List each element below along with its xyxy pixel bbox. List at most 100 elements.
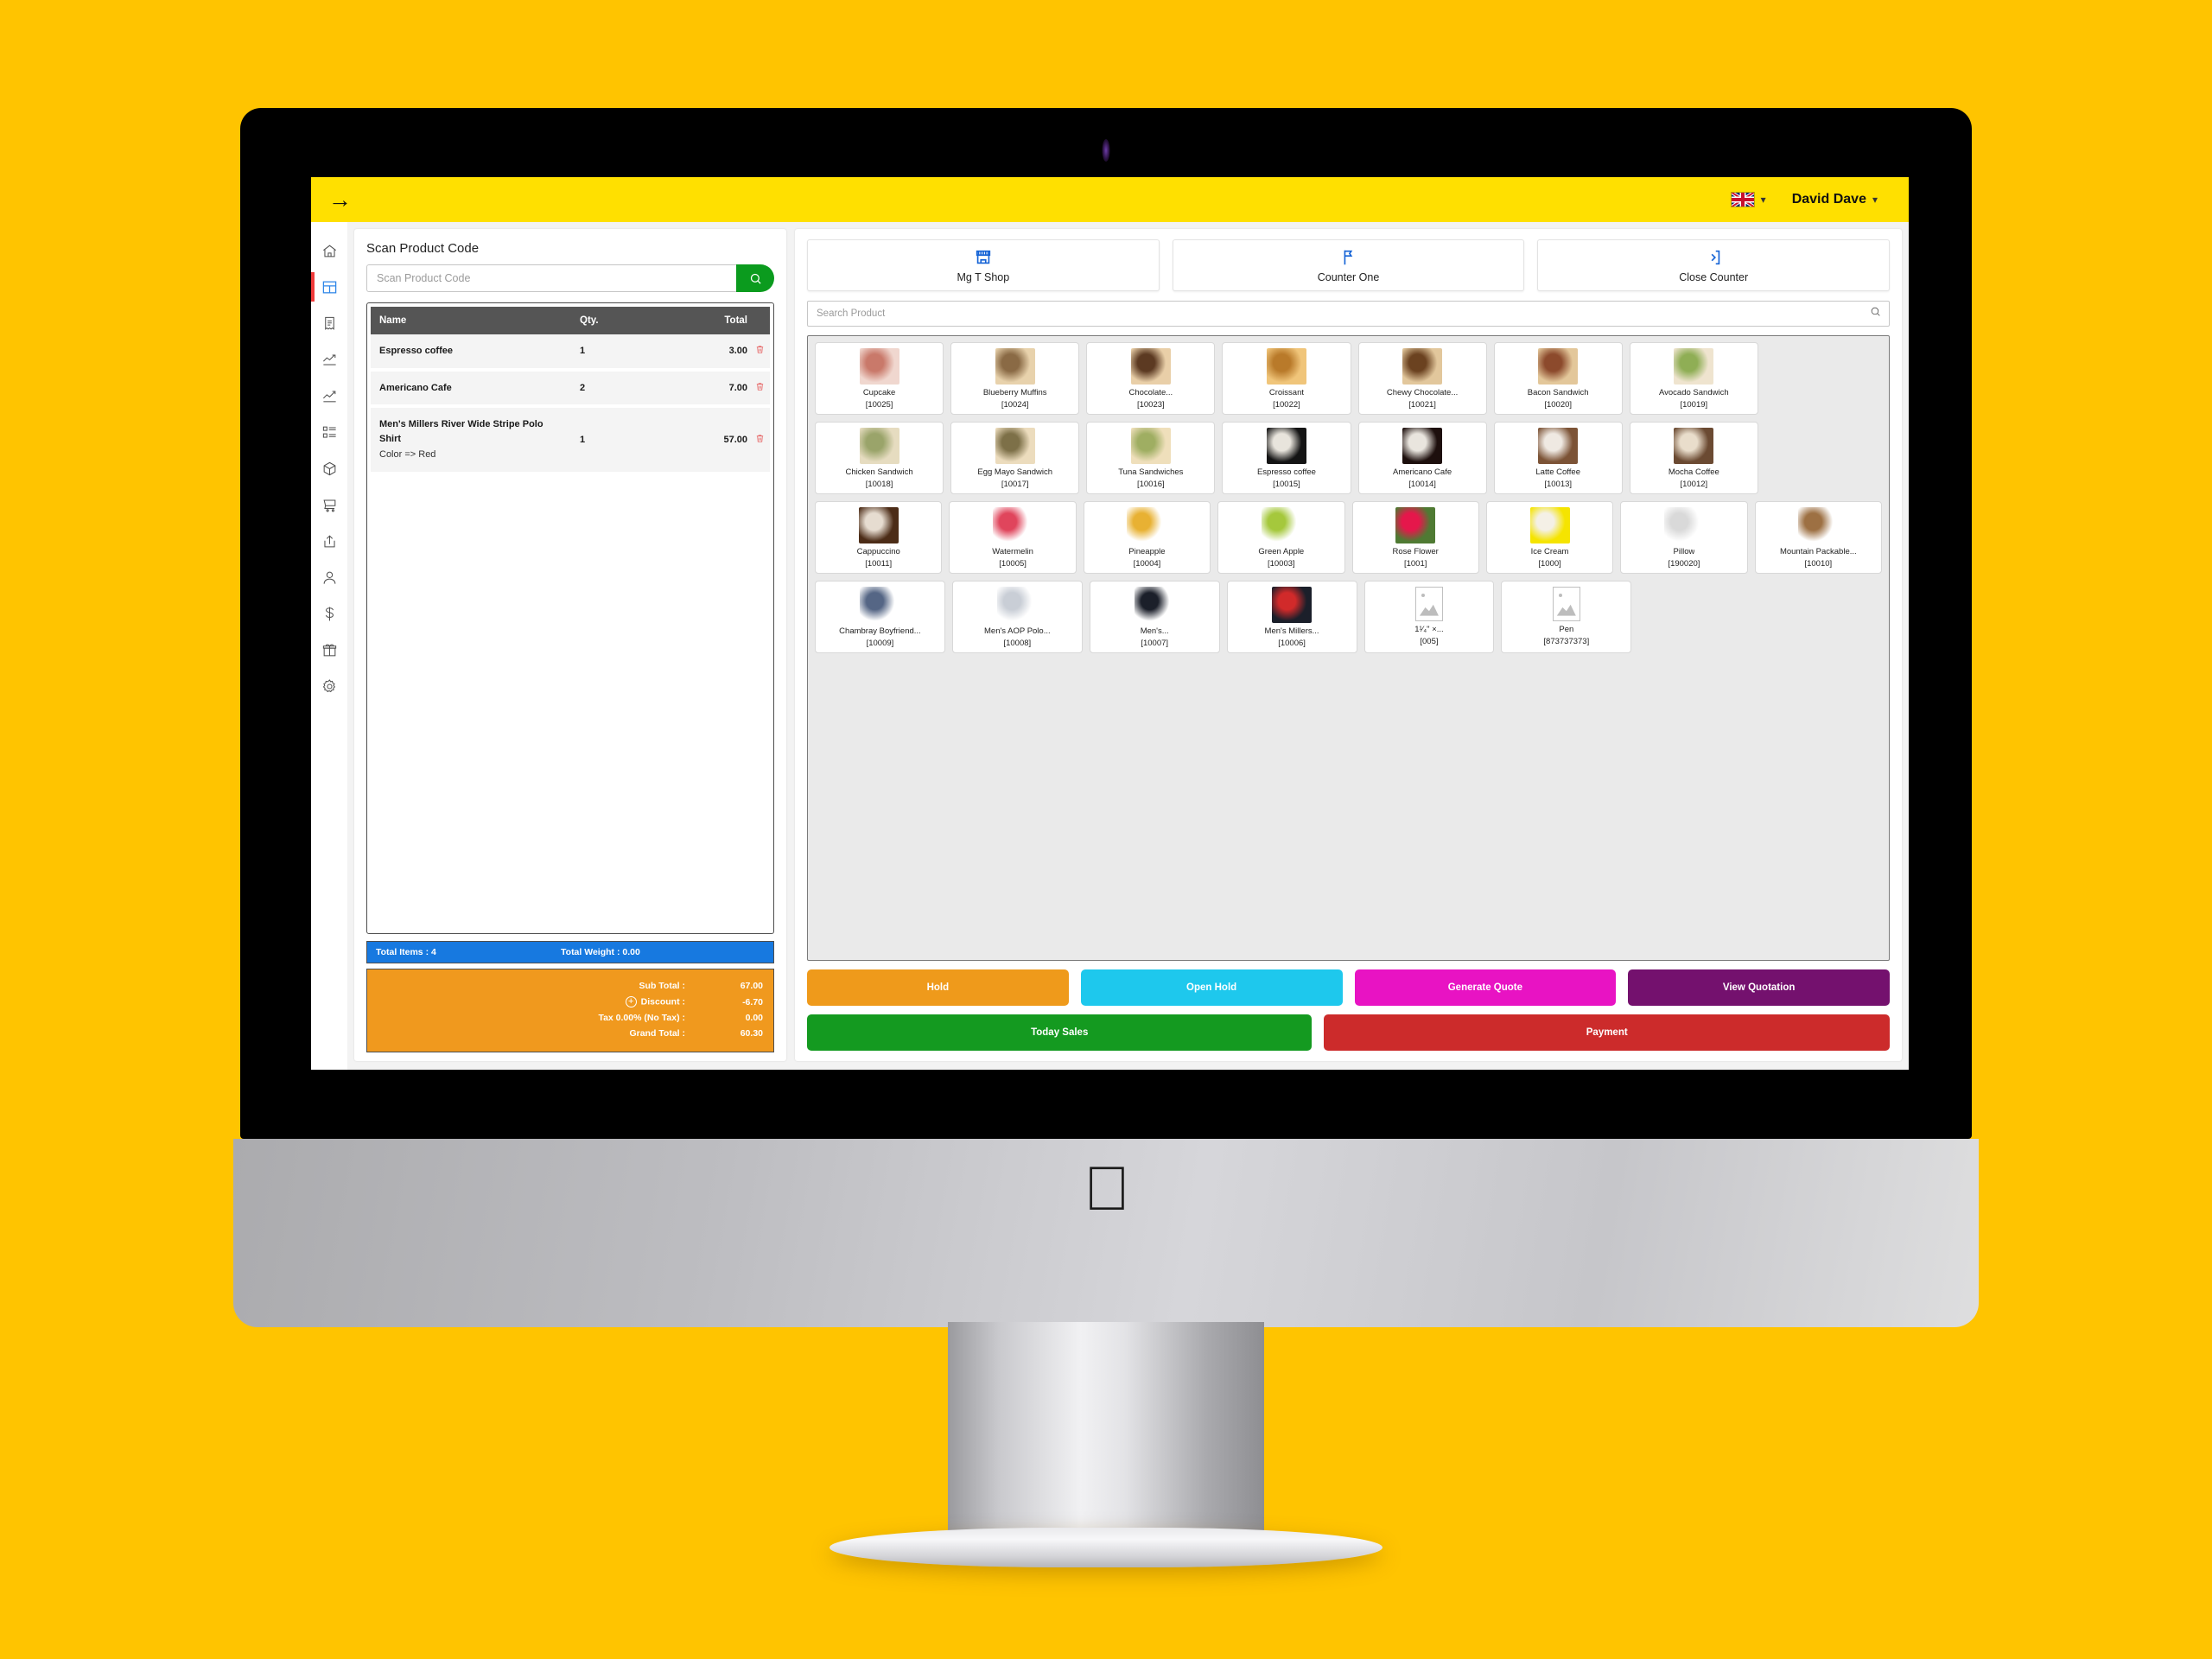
sidebar-item-products[interactable] <box>311 450 347 486</box>
product-code: [10004] <box>1133 558 1161 569</box>
sidebar-item-customers[interactable] <box>311 559 347 595</box>
product-thumbnail <box>1130 427 1171 464</box>
product-card[interactable]: Pen [873737373] <box>1501 580 1632 653</box>
product-card[interactable]: Americano Cafe [10014] <box>1357 421 1487 494</box>
product-card[interactable]: Latte Coffee [10013] <box>1493 421 1623 494</box>
product-card[interactable]: Blueberry Muffins [10024] <box>950 342 1080 415</box>
monitor-stand-neck <box>836 1322 1376 1540</box>
product-card[interactable]: Chicken Sandwich [10018] <box>815 421 944 494</box>
user-menu[interactable]: David Dave ▾ <box>1792 192 1878 207</box>
generate-quote-button[interactable]: Generate Quote <box>1354 969 1617 1006</box>
hold-button[interactable]: Hold <box>807 969 1069 1006</box>
product-thumbnail <box>993 506 1033 543</box>
product-card[interactable]: Mocha Coffee [10012] <box>1629 421 1758 494</box>
product-card[interactable]: Ice Cream [1000] <box>1485 500 1614 574</box>
sidebar-item-purchases[interactable] <box>311 486 347 523</box>
scan-search-button[interactable] <box>736 264 774 292</box>
product-thumbnail <box>1261 506 1301 543</box>
flag-icon <box>1344 250 1352 264</box>
product-row: Cappuccino [10011] Watermelin [10005] Pineap… <box>815 500 1882 574</box>
sidebar-item-transfers[interactable] <box>311 523 347 559</box>
product-code: [10015] <box>1273 479 1300 489</box>
language-selector[interactable]: ▾ <box>1730 192 1766 207</box>
counter-button[interactable]: Counter One <box>1172 239 1525 291</box>
total-items-label: Total Items : 4 <box>376 947 436 957</box>
close-counter-button[interactable]: Close Counter <box>1537 239 1891 291</box>
product-card[interactable]: Egg Mayo Sandwich [10017] <box>950 421 1080 494</box>
product-card[interactable]: Rose Flower [1001] <box>1351 500 1479 574</box>
trash-icon[interactable] <box>755 344 765 358</box>
product-grid[interactable]: Cupcake [10025] Blueberry Muffins [10024] Ch… <box>807 335 1890 961</box>
cart-header-row: Name Qty. Total <box>371 307 770 334</box>
open-hold-button[interactable]: Open Hold <box>1080 969 1343 1006</box>
sidebar-item-settings[interactable] <box>311 668 347 704</box>
scan-product-input[interactable] <box>366 264 736 292</box>
product-name: Pineapple <box>1128 546 1166 556</box>
payment-button[interactable]: Payment <box>1324 1014 1890 1051</box>
product-thumbnail <box>1266 427 1306 464</box>
product-code: [873737373] <box>1543 636 1590 646</box>
product-card[interactable]: Green Apple [10003] <box>1217 500 1345 574</box>
stand-flare-left <box>836 1426 948 1540</box>
product-name: Men's AOP Polo... <box>984 626 1051 636</box>
product-card[interactable]: Pineapple [10004] <box>1083 500 1211 574</box>
product-card[interactable]: Croissant [10022] <box>1222 342 1351 415</box>
sidebar-item-home[interactable] <box>311 232 347 269</box>
total-row-label: Sub Total : <box>639 981 685 991</box>
trash-icon[interactable] <box>755 433 765 447</box>
sidebar-item-gift-cards[interactable] <box>311 632 347 668</box>
sidebar-item-expenses[interactable] <box>311 595 347 632</box>
product-name: Americano Cafe <box>1393 467 1452 477</box>
sidebar-item-reports[interactable] <box>311 341 347 378</box>
product-card[interactable]: Chewy Chocolate... [10021] <box>1357 342 1487 415</box>
product-card[interactable]: Men's Millers... [10006] <box>1226 580 1357 653</box>
plus-circle-icon[interactable]: + <box>625 996 637 1007</box>
product-card[interactable]: Chambray Boyfriend... [10009] <box>815 580 945 653</box>
search-icon[interactable] <box>1870 306 1881 321</box>
product-name: Latte Coffee <box>1535 467 1580 477</box>
cart-item-variant: Color => Red <box>379 449 436 460</box>
table-row[interactable]: Men's Millers River Wide Stripe Polo Shi… <box>371 406 770 475</box>
shop-button[interactable]: Mg T Shop <box>807 239 1160 291</box>
product-name: Watermelin <box>992 546 1033 556</box>
sidebar-item-invoices[interactable] <box>311 305 347 341</box>
product-code: [10013] <box>1544 479 1573 489</box>
sidebar-item-analytics[interactable] <box>311 378 347 414</box>
col-header-name: Name <box>371 307 571 334</box>
sidebar-item-lists[interactable] <box>311 414 347 450</box>
table-row[interactable]: Espresso coffee 1 3.00 <box>371 334 770 372</box>
product-card[interactable]: Bacon Sandwich [10020] <box>1493 342 1623 415</box>
product-card[interactable]: Avocado Sandwich [10019] <box>1629 342 1758 415</box>
product-thumbnail <box>1130 348 1171 385</box>
product-search-input[interactable] <box>807 301 1890 327</box>
product-card[interactable]: Watermelin [10005] <box>949 500 1077 574</box>
product-card[interactable]: Mountain Packable... [10010] <box>1754 500 1882 574</box>
product-card[interactable]: Cappuccino [10011] <box>815 500 943 574</box>
product-card[interactable]: 1¹⁄₄" ×... [005] <box>1363 580 1495 653</box>
product-code: [190020] <box>1668 558 1700 569</box>
product-card[interactable]: Chocolate... [10023] <box>1086 342 1216 415</box>
product-card[interactable]: Pillow [190020] <box>1620 500 1748 574</box>
sidebar-item-pos[interactable] <box>311 269 347 305</box>
trend-chart-icon <box>322 353 336 365</box>
apple-logo-icon:  <box>1084 1158 1130 1220</box>
product-name: Chocolate... <box>1128 388 1173 397</box>
today-sales-button[interactable]: Today Sales <box>807 1014 1313 1051</box>
scan-product-label: Scan Product Code <box>366 241 480 256</box>
arrow-right-icon[interactable]: → <box>328 188 352 212</box>
product-search-wrap <box>807 301 1890 327</box>
table-row[interactable]: Americano Cafe 2 7.00 <box>371 369 770 408</box>
trash-icon[interactable] <box>755 381 765 395</box>
pos-application: → ▾ David Dave ▾ Scan Product Code Scan … <box>311 177 1909 1070</box>
product-code: [10019] <box>1680 399 1708 410</box>
product-card[interactable]: Cupcake [10025] <box>815 342 944 415</box>
product-thumbnail <box>1395 506 1436 543</box>
product-thumbnail <box>1538 348 1579 385</box>
product-card[interactable]: Tuna Sandwiches [10016] <box>1086 421 1216 494</box>
exit-door-icon <box>1711 250 1720 264</box>
product-card[interactable]: Men's AOP Polo... [10008] <box>951 580 1083 653</box>
product-card[interactable]: Men's... [10007] <box>1089 580 1220 653</box>
view-quotation-button[interactable]: View Quotation <box>1628 969 1890 1006</box>
total-row-label: Tax 0.00% (No Tax) : <box>598 1013 685 1023</box>
product-card[interactable]: Espresso coffee [10015] <box>1222 421 1351 494</box>
